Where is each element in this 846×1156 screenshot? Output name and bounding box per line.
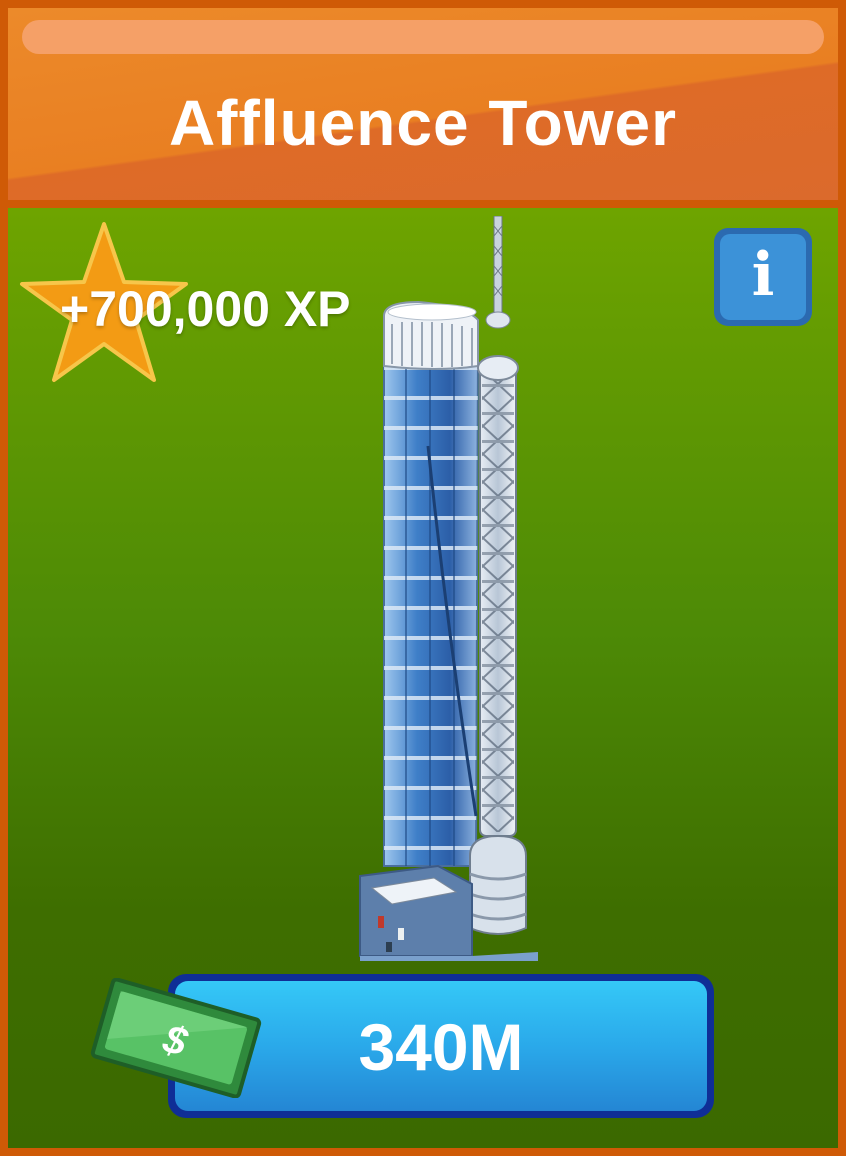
header-shine <box>22 20 824 54</box>
info-button-face[interactable]: i <box>720 234 806 320</box>
skyscraper-illustration <box>359 216 538 961</box>
building-title: Affluence Tower <box>168 87 678 159</box>
info-icon[interactable]: i <box>720 240 806 310</box>
info-button[interactable]: i <box>714 228 812 326</box>
card-header: Affluence Tower <box>8 8 838 200</box>
xp-reward-label: +700,000 XP <box>60 281 351 337</box>
cash-icon: $ <box>90 978 262 1098</box>
card-body: +700,000 XP i 340M $ <box>8 208 838 1148</box>
building-card: Affluence Tower +700,000 XP i 340M $ <box>0 0 846 1156</box>
